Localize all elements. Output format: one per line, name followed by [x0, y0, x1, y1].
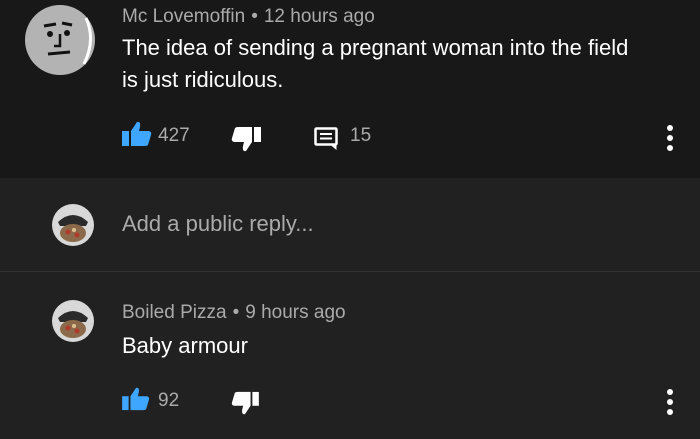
- comment-icon: [314, 127, 338, 150]
- author-name[interactable]: Mc Lovemoffin: [122, 6, 245, 27]
- comment-text-line: is just ridiculous.: [122, 67, 284, 92]
- dislike-button[interactable]: [231, 391, 259, 415]
- comment-meta: Mc Lovemoffin • 12 hours ago: [122, 6, 375, 27]
- more-options-button[interactable]: [665, 388, 675, 416]
- more-vertical-icon: [667, 125, 673, 151]
- like-button[interactable]: [122, 387, 150, 411]
- reply-composer: Add a public reply...: [0, 178, 700, 272]
- thumbs-up-icon: [122, 387, 150, 411]
- comment-meta: Boiled Pizza • 9 hours ago: [122, 302, 346, 323]
- comment-reply: Boiled Pizza • 9 hours ago Baby armour 92: [0, 272, 700, 439]
- thumbs-down-icon: [231, 391, 259, 415]
- comment-thread-top: Mc Lovemoffin • 12 hours ago The idea of s…: [0, 0, 700, 178]
- comment-text: Baby armour: [122, 333, 248, 358]
- thumbs-up-icon: [122, 121, 152, 146]
- thumbs-down-icon: [231, 127, 261, 152]
- dislike-button[interactable]: [231, 126, 261, 152]
- comment-text: The idea of sending a pregnant woman int…: [122, 32, 628, 96]
- more-vertical-icon: [667, 389, 673, 415]
- avatar[interactable]: [52, 204, 94, 246]
- reply-count: 15: [350, 125, 372, 146]
- avatar[interactable]: [24, 4, 96, 76]
- reply-button[interactable]: [314, 127, 338, 151]
- author-name[interactable]: Boiled Pizza: [122, 302, 227, 323]
- timestamp[interactable]: 12 hours ago: [264, 6, 375, 27]
- more-options-button[interactable]: [665, 124, 675, 152]
- like-count: 427: [158, 125, 190, 146]
- comment-text-line: The idea of sending a pregnant woman int…: [122, 35, 629, 60]
- reply-input[interactable]: Add a public reply...: [122, 211, 314, 237]
- like-count: 92: [158, 390, 180, 411]
- avatar[interactable]: [52, 300, 94, 342]
- like-button[interactable]: [122, 121, 152, 147]
- timestamp[interactable]: 9 hours ago: [245, 302, 345, 323]
